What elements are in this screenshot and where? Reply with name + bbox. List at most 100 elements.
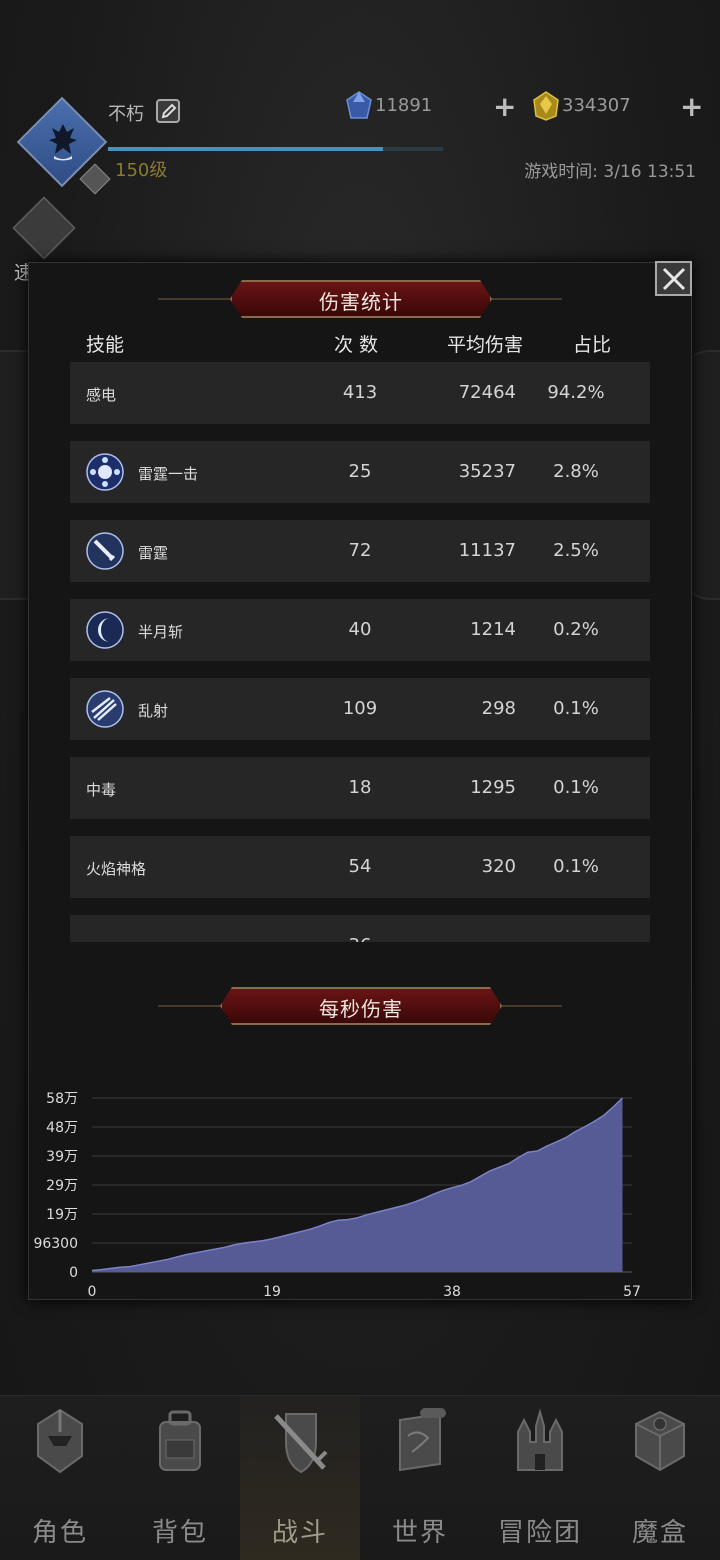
gold-crystal-icon <box>533 91 559 121</box>
damage-share: 0.1% <box>553 777 599 798</box>
xp-bar-fill <box>108 147 383 151</box>
add-gems-button[interactable]: + <box>493 90 516 123</box>
hit-count: 54 <box>348 856 372 877</box>
y-tick-label: 96300 <box>33 1236 78 1252</box>
table-row: 雷霆一击 25 35237 2.8% <box>70 441 650 503</box>
dps-banner: 每秒伤害 <box>158 987 562 1025</box>
damage-share: 94.2% <box>547 382 605 403</box>
table-row: 半月斩 40 1214 0.2% <box>70 599 650 661</box>
average-damage: 72464 <box>458 382 516 403</box>
average-damage: 298 <box>481 698 516 719</box>
add-gold-button[interactable]: + <box>680 90 703 123</box>
table-row: 感电 413 72464 94.2% <box>70 362 650 424</box>
y-tick-label: 39万 <box>46 1149 78 1165</box>
x-tick-label: 57 <box>623 1284 641 1300</box>
average-damage: 35237 <box>458 461 516 482</box>
y-tick-label: 29万 <box>46 1178 78 1194</box>
half-moon-icon <box>86 611 124 649</box>
average-damage: 11137 <box>458 540 516 561</box>
damage-share: 0.1% <box>553 856 599 877</box>
hit-count: 18 <box>348 777 372 798</box>
hit-count: 109 <box>342 698 378 719</box>
dps-title: 每秒伤害 <box>319 997 403 1021</box>
skill-name: 乱射 <box>138 702 169 720</box>
game-time: 游戏时间: 3/16 13:51 <box>524 162 696 182</box>
player-name: 不朽 <box>108 104 144 125</box>
gem-amount: 11891 <box>375 95 433 116</box>
edit-name-icon[interactable] <box>156 99 180 123</box>
skill-name: 火焰神格 <box>86 860 147 878</box>
nav-label: 冒险团 <box>497 1518 582 1548</box>
nav-label: 魔盒 <box>631 1518 688 1548</box>
nav-item-character[interactable]: 角色 <box>0 1396 120 1560</box>
damage-share: 2.5% <box>553 540 599 561</box>
header-count: 次 数 <box>334 334 379 356</box>
gem-currency: 11891 + <box>345 90 520 123</box>
x-tick-label: 38 <box>443 1284 461 1300</box>
header-avg-damage: 平均伤害 <box>447 334 524 356</box>
sword-shield-icon <box>270 1406 330 1478</box>
nav-item-world[interactable]: 世界 <box>360 1396 480 1560</box>
gold-amount: 334307 <box>562 95 631 116</box>
hit-count: 25 <box>348 461 372 482</box>
table-row: 火焰神格 54 320 0.1% <box>70 836 650 898</box>
nav-label: 战斗 <box>271 1518 328 1548</box>
player-level: 150级 <box>115 160 168 181</box>
table-row: 中毒 18 1295 0.1% <box>70 757 650 819</box>
helmet-icon <box>30 1406 90 1478</box>
damage-stats-banner: 伤害统计 <box>158 280 562 318</box>
arrow-barrage-icon <box>86 690 124 728</box>
y-tick-label: 48万 <box>46 1120 78 1136</box>
table-row-partial: 36 <box>70 915 650 942</box>
nav-item-backpack[interactable]: 背包 <box>120 1396 240 1560</box>
nav-label: 世界 <box>391 1518 448 1548</box>
skill-name: 半月斩 <box>138 623 184 641</box>
table-row: 乱射 109 298 0.1% <box>70 678 650 740</box>
bottom-nav: 角色 背包 战斗 世界 冒险团 魔盒 <box>0 1395 720 1560</box>
y-tick-label: 19万 <box>46 1207 78 1223</box>
damage-share: 0.1% <box>553 698 599 719</box>
x-tick-label: 19 <box>263 1284 281 1300</box>
hit-count: 36 <box>320 935 400 942</box>
xp-bar <box>108 147 443 151</box>
quick-battle-icon <box>12 196 76 260</box>
table-row: 雷霆 72 11137 2.5% <box>70 520 650 582</box>
magic-box-icon <box>630 1406 690 1478</box>
average-damage: 320 <box>481 856 516 877</box>
thunder-sword-icon <box>86 532 124 570</box>
nav-label: 背包 <box>151 1518 208 1548</box>
damage-table[interactable]: 感电 413 72464 94.2% 雷霆一击 25 35237 2.8% 雷霆 72 11137 2… <box>70 362 650 942</box>
close-button[interactable] <box>655 261 692 296</box>
damage-share: 0.2% <box>553 619 599 640</box>
dps-chart: 0 96300 19万 29万 39万 48万 58万 0 19 38 57 <box>33 1091 641 1300</box>
avatar[interactable] <box>16 96 111 195</box>
nav-item-battle[interactable]: 战斗 <box>240 1396 360 1560</box>
damage-share: 2.8% <box>553 461 599 482</box>
nav-item-guild[interactable]: 冒险团 <box>480 1396 600 1560</box>
flame-crest-icon <box>49 124 77 161</box>
skill-name: 中毒 <box>86 781 117 799</box>
hit-count: 413 <box>342 382 378 403</box>
close-icon <box>662 267 686 291</box>
castle-icon <box>510 1406 570 1478</box>
hit-count: 40 <box>348 619 372 640</box>
header-skill: 技能 <box>86 334 125 356</box>
nav-item-magic-box[interactable]: 魔盒 <box>600 1396 720 1560</box>
table-header: 技能 次 数 平均伤害 占比 <box>70 330 650 358</box>
y-tick-label: 58万 <box>46 1091 78 1107</box>
average-damage: 1295 <box>470 777 516 798</box>
hit-count: 72 <box>348 540 372 561</box>
x-tick-label: 0 <box>88 1284 97 1300</box>
thunder-strike-icon <box>86 453 124 491</box>
average-damage: 1214 <box>470 619 516 640</box>
nav-label: 角色 <box>31 1518 88 1548</box>
backpack-icon <box>150 1406 210 1478</box>
header-share: 占比 <box>573 334 612 356</box>
map-scroll-icon <box>390 1406 450 1478</box>
skill-name: 感电 <box>86 386 117 404</box>
damage-stats-title: 伤害统计 <box>319 290 403 314</box>
gold-currency: 334307 + <box>532 90 707 123</box>
skill-name: 雷霆 <box>138 544 169 562</box>
blue-gem-icon <box>346 91 372 119</box>
y-tick-label: 0 <box>69 1265 78 1281</box>
